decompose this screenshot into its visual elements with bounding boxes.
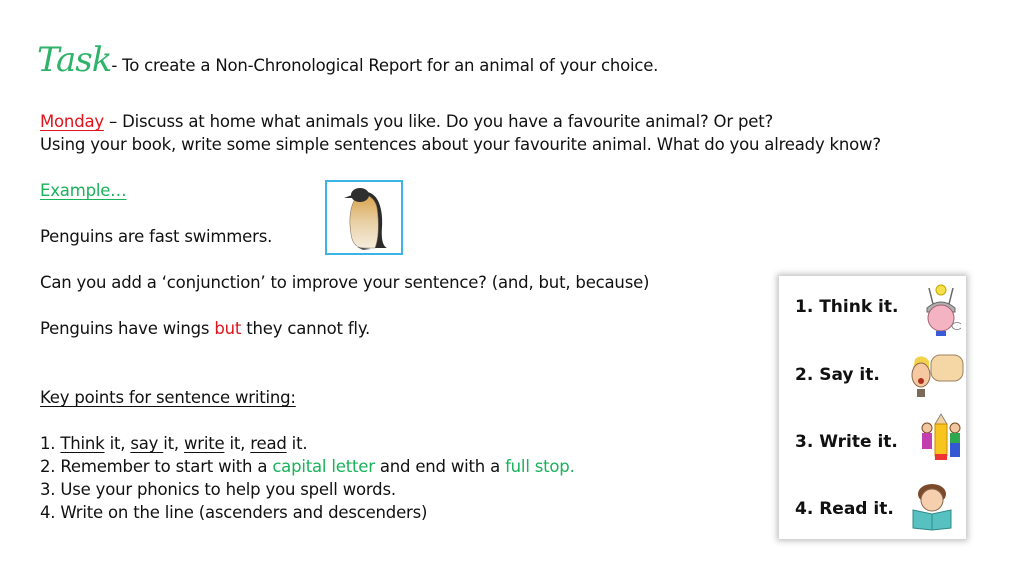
key-point-1-text-1: it, [104, 434, 131, 453]
conjunction-example-end: they cannot fly. [241, 319, 371, 338]
conjunction-question: Can you add a ‘conjunction’ to improve y… [40, 273, 650, 292]
read-word: read [250, 434, 287, 453]
speaking-person-icon [907, 351, 965, 401]
reading-child-icon [909, 480, 955, 532]
monday-line-2: Using your book, write some simple sente… [40, 135, 881, 154]
conjunction-word: but [214, 319, 242, 338]
step-1-label: 1. Think it. [795, 297, 899, 317]
example-sentence: Penguins are fast swimmers. [40, 227, 273, 246]
key-points-heading: Key points for sentence writing: [40, 388, 296, 407]
steps-card: 1. Think it. 2. Say it. 3. Write it. 4. … [779, 276, 966, 539]
full-stop-text: full stop. [505, 457, 575, 476]
conjunction-example-start: Penguins have wings [40, 319, 215, 338]
step-3-label: 3. Write it. [795, 432, 898, 452]
task-description: - To create a Non-Chronological Report f… [111, 56, 659, 75]
key-point-2-mid: and end with a [374, 457, 506, 476]
task-word: Task [37, 40, 112, 80]
key-point-3: 3. Use your phonics to help you spell wo… [40, 480, 396, 499]
monday-label: Monday [40, 112, 104, 131]
key-point-1-number: 1. [40, 434, 61, 453]
conjunction-example: Penguins have wings but they cannot fly. [40, 319, 370, 338]
key-point-4: 4. Write on the line (ascenders and desc… [40, 503, 428, 522]
key-point-1-text-3: it, [224, 434, 251, 453]
thinking-head-icon [921, 282, 963, 340]
step-2-label: 2. Say it. [795, 365, 880, 385]
key-point-1: 1. Think it, say it, write it, read it. [40, 434, 308, 453]
penguin-icon [344, 188, 387, 250]
children-pencil-icon [919, 412, 963, 464]
key-point-2-start: 2. Remember to start with a [40, 457, 273, 476]
key-point-2: 2. Remember to start with a capital lett… [40, 457, 575, 476]
key-point-1-text-4: it. [286, 434, 308, 453]
monday-line-1: Monday – Discuss at home what animals yo… [40, 112, 773, 131]
write-word: write [184, 434, 225, 453]
monday-text: – Discuss at home what animals you like.… [103, 112, 774, 131]
task-heading: Task- To create a Non-Chronological Repo… [37, 40, 658, 80]
key-point-1-text-2: it, [163, 434, 184, 453]
penguin-image [325, 180, 403, 255]
say-word: say [130, 434, 164, 453]
capital-letter-text: capital letter [272, 457, 375, 476]
step-4-label: 4. Read it. [795, 499, 894, 519]
example-label: Example… [40, 181, 127, 200]
think-word: Think [60, 434, 105, 453]
